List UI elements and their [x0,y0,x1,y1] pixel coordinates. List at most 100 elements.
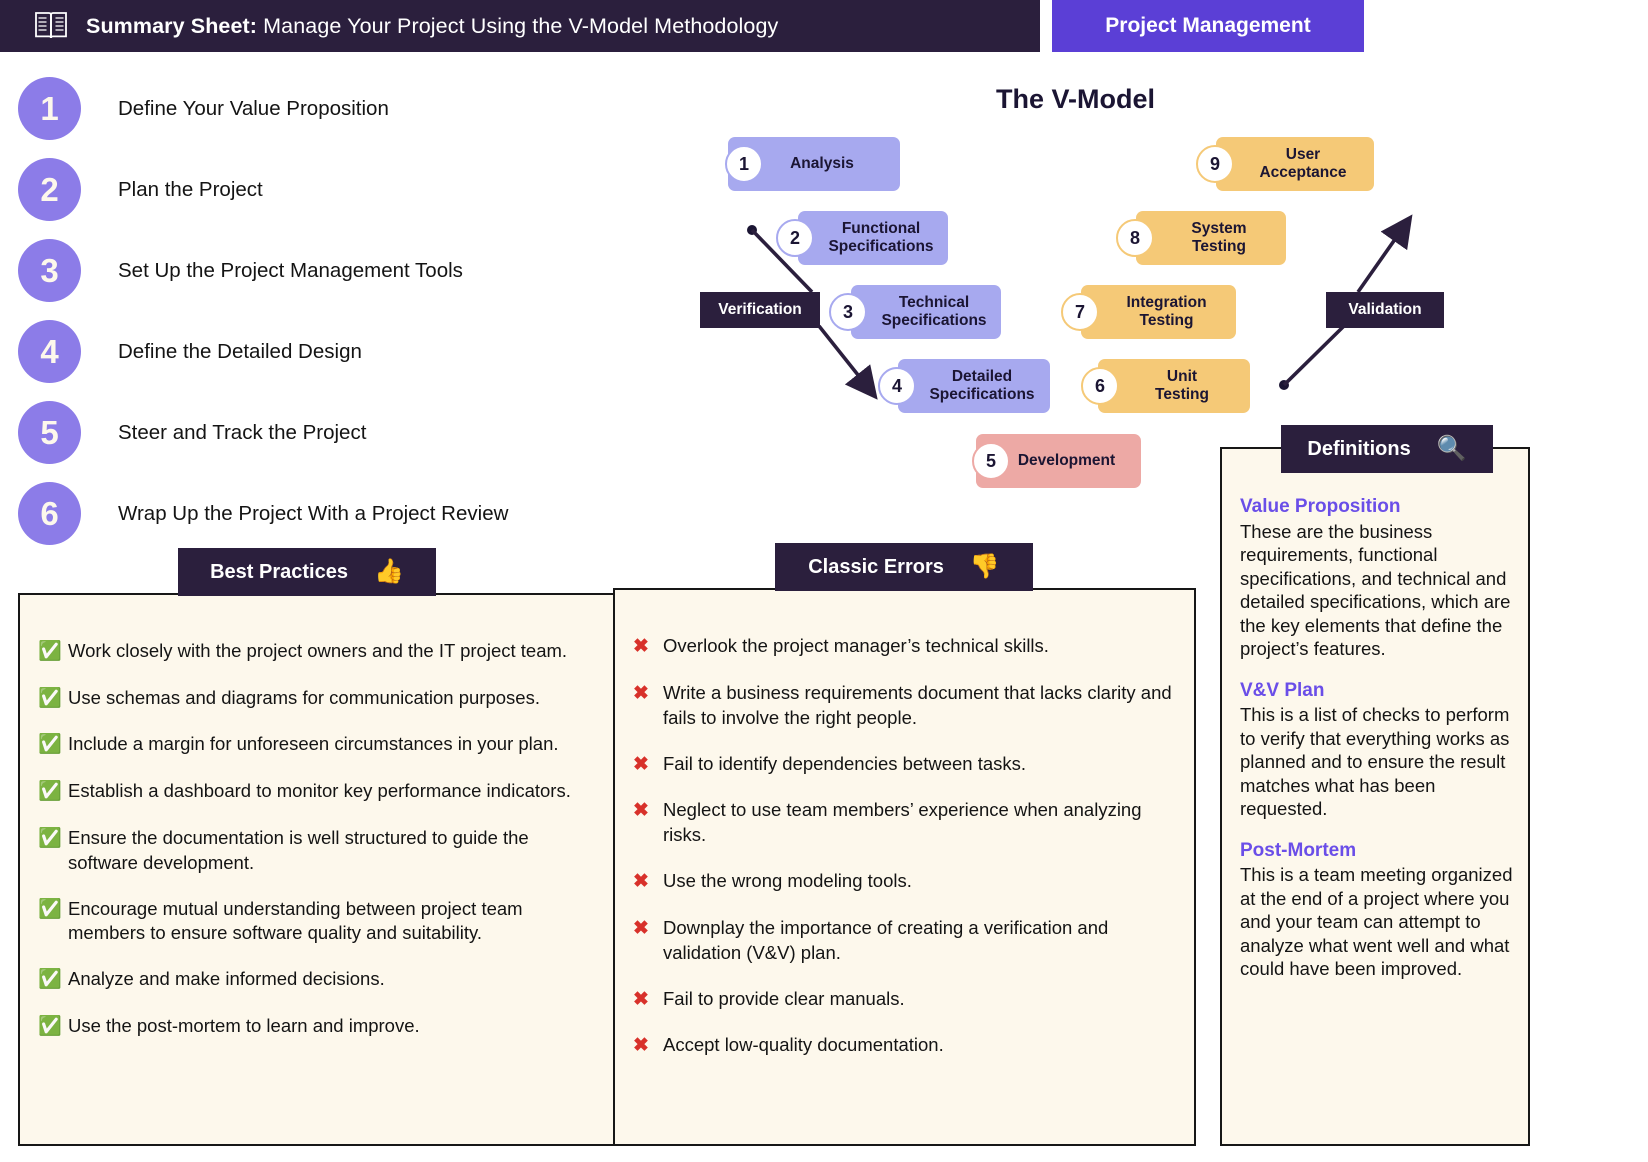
v-model-box-label: Integration Testing [1126,294,1207,329]
v-model-box-9: User Acceptance [1216,137,1374,191]
check-icon: ✅ [38,1016,62,1038]
check-icon: ✅ [38,734,62,756]
check-icon: ✅ [38,969,62,991]
step-row: 2 Plan the Project [18,149,658,230]
definition-description: This is a team meeting organized at the … [1240,864,1513,980]
list-item: ✖ Fail to identify dependencies between t… [633,752,1176,778]
check-icon: ✅ [38,898,62,920]
v-model-box-label: Functional Specifications [828,220,934,255]
step-row: 4 Define the Detailed Design [18,311,658,392]
v-model-box-label: Technical Specifications [881,294,987,329]
list-item: ✅ Work closely with the project owners an… [38,639,598,665]
list-item-text: Downplay the importance of creating a ve… [663,916,1109,963]
cross-icon: ✖ [633,871,649,893]
step-label: Define Your Value Proposition [118,96,389,120]
v-model-num-4: 4 [878,367,916,405]
classic-errors-items: ✖ Overlook the project manager’s technica… [613,588,1196,1092]
list-item: ✅ Use the post-mortem to learn and improv… [38,1014,598,1040]
definitions-title: Definitions [1307,437,1411,460]
verification-tag: Verification [700,292,820,328]
v-model-box-2: Functional Specifications [798,211,948,265]
list-item-text: Analyze and make informed decisions. [68,968,385,990]
magnifier-icon: 🔍 [1436,435,1467,462]
v-model-num-7: 7 [1061,293,1099,331]
definition-description: This is a list of checks to perform to v… [1240,704,1510,820]
step-number-badge: 2 [18,158,81,221]
v-model-title: The V-Model [996,84,1156,114]
list-item: ✅ Include a margin for unforeseen circums… [38,732,598,758]
list-item: ✅ Establish a dashboard to monitor key pe… [38,779,598,805]
v-model-box-label: User Acceptance [1259,146,1347,181]
v-model-num-6: 6 [1081,367,1119,405]
definition-term: Post-Mortem [1240,839,1357,861]
list-item-text: Ensure the documentation is well structu… [68,826,529,873]
list-item-text: Include a margin for unforeseen circumst… [68,733,559,755]
list-item: ✖ Neglect to use team members’ experience… [633,798,1176,848]
cross-icon: ✖ [633,917,649,939]
v-model-box-label: Development [1017,452,1116,470]
best-practices-items: ✅ Work closely with the project owners an… [18,593,618,1073]
cross-icon: ✖ [633,682,649,704]
check-icon: ✅ [38,780,62,802]
classic-errors-title: Classic Errors [808,555,944,578]
v-model-box-label: Detailed Specifications [929,368,1035,403]
step-number-badge: 3 [18,239,81,302]
check-icon: ✅ [38,641,62,662]
definition-term: Value Proposition [1240,496,1401,517]
list-item: ✖ Accept low-quality documentation. [633,1033,1176,1059]
header-bar: Summary Sheet: Manage Your Project Using… [0,0,1040,52]
page-title-rest: Manage Your Project Using the V-Model Me… [257,13,779,38]
list-item-text: Use the wrong modeling tools. [663,870,912,892]
definition-entry: Value Proposition These are the business … [1240,495,1514,661]
v-model-box-7: Integration Testing [1081,285,1236,339]
cross-icon: ✖ [633,800,649,822]
step-row: 5 Steer and Track the Project [18,392,658,473]
step-number-badge: 5 [18,401,81,464]
list-item-text: Neglect to use team members’ experience … [663,799,1142,846]
list-item-text: Accept low-quality documentation. [663,1034,944,1056]
v-model-box-label: System Testing [1191,220,1247,255]
category-badge-label: Project Management [1105,14,1311,37]
list-item: ✖ Fail to provide clear manuals. [633,987,1176,1013]
list-item-text: Establish a dashboard to monitor key per… [68,779,571,801]
best-practices-header: Best Practices 👍 [178,548,436,596]
step-label: Set Up the Project Management Tools [118,258,463,282]
definition-entry: V&V Plan This is a list of checks to perf… [1240,679,1514,821]
definition-term: V&V Plan [1240,679,1325,701]
step-label: Steer and Track the Project [118,420,367,444]
category-badge: Project Management [1052,0,1364,52]
v-model-num-1: 1 [725,145,763,183]
step-label: Wrap Up the Project With a Project Revie… [118,501,509,525]
list-item-text: Encourage mutual understanding between p… [68,897,523,944]
v-model-num-3: 3 [829,293,867,331]
step-number-badge: 6 [18,482,81,545]
list-item-text: Use schemas and diagrams for communicati… [68,686,540,708]
step-number-badge: 1 [18,77,81,140]
v-model-num-2: 2 [776,219,814,257]
list-item: ✖ Overlook the project manager’s technica… [633,634,1176,660]
v-model-box-6: Unit Testing [1098,359,1250,413]
v-model-box-3: Technical Specifications [851,285,1001,339]
cross-icon: ✖ [633,1035,649,1057]
validation-tag: Validation [1326,292,1444,328]
definition-description: These are the business requirements, fun… [1240,520,1511,660]
step-number-badge: 4 [18,320,81,383]
best-practices-title: Best Practices [210,560,348,583]
list-item-text: Fail to identify dependencies between ta… [663,752,1027,774]
v-model-num-8: 8 [1116,219,1154,257]
v-model-box-label: Analysis [790,155,854,173]
list-item-text: Work closely with the project owners and… [68,640,568,661]
step-row: 1 Define Your Value Proposition [18,68,658,149]
v-model-num-9: 9 [1196,145,1234,183]
list-item-text: Write a business requirements document t… [663,681,1172,728]
list-item: ✅ Analyze and make informed decisions. [38,967,598,993]
step-label: Define the Detailed Design [118,339,362,363]
v-model-box-4: Detailed Specifications [898,359,1050,413]
thumbs-down-icon: 👎 [969,553,1000,580]
list-item-text: Use the post-mortem to learn and improve… [68,1015,420,1037]
definitions-body: Value Proposition These are the business … [1220,447,1530,1013]
v-model-num-5: 5 [972,442,1010,480]
step-row: 3 Set Up the Project Management Tools [18,230,658,311]
steps-list: 1 Define Your Value Proposition 2 Plan the … [18,68,658,554]
v-model-box-label: Unit Testing [1155,368,1209,403]
